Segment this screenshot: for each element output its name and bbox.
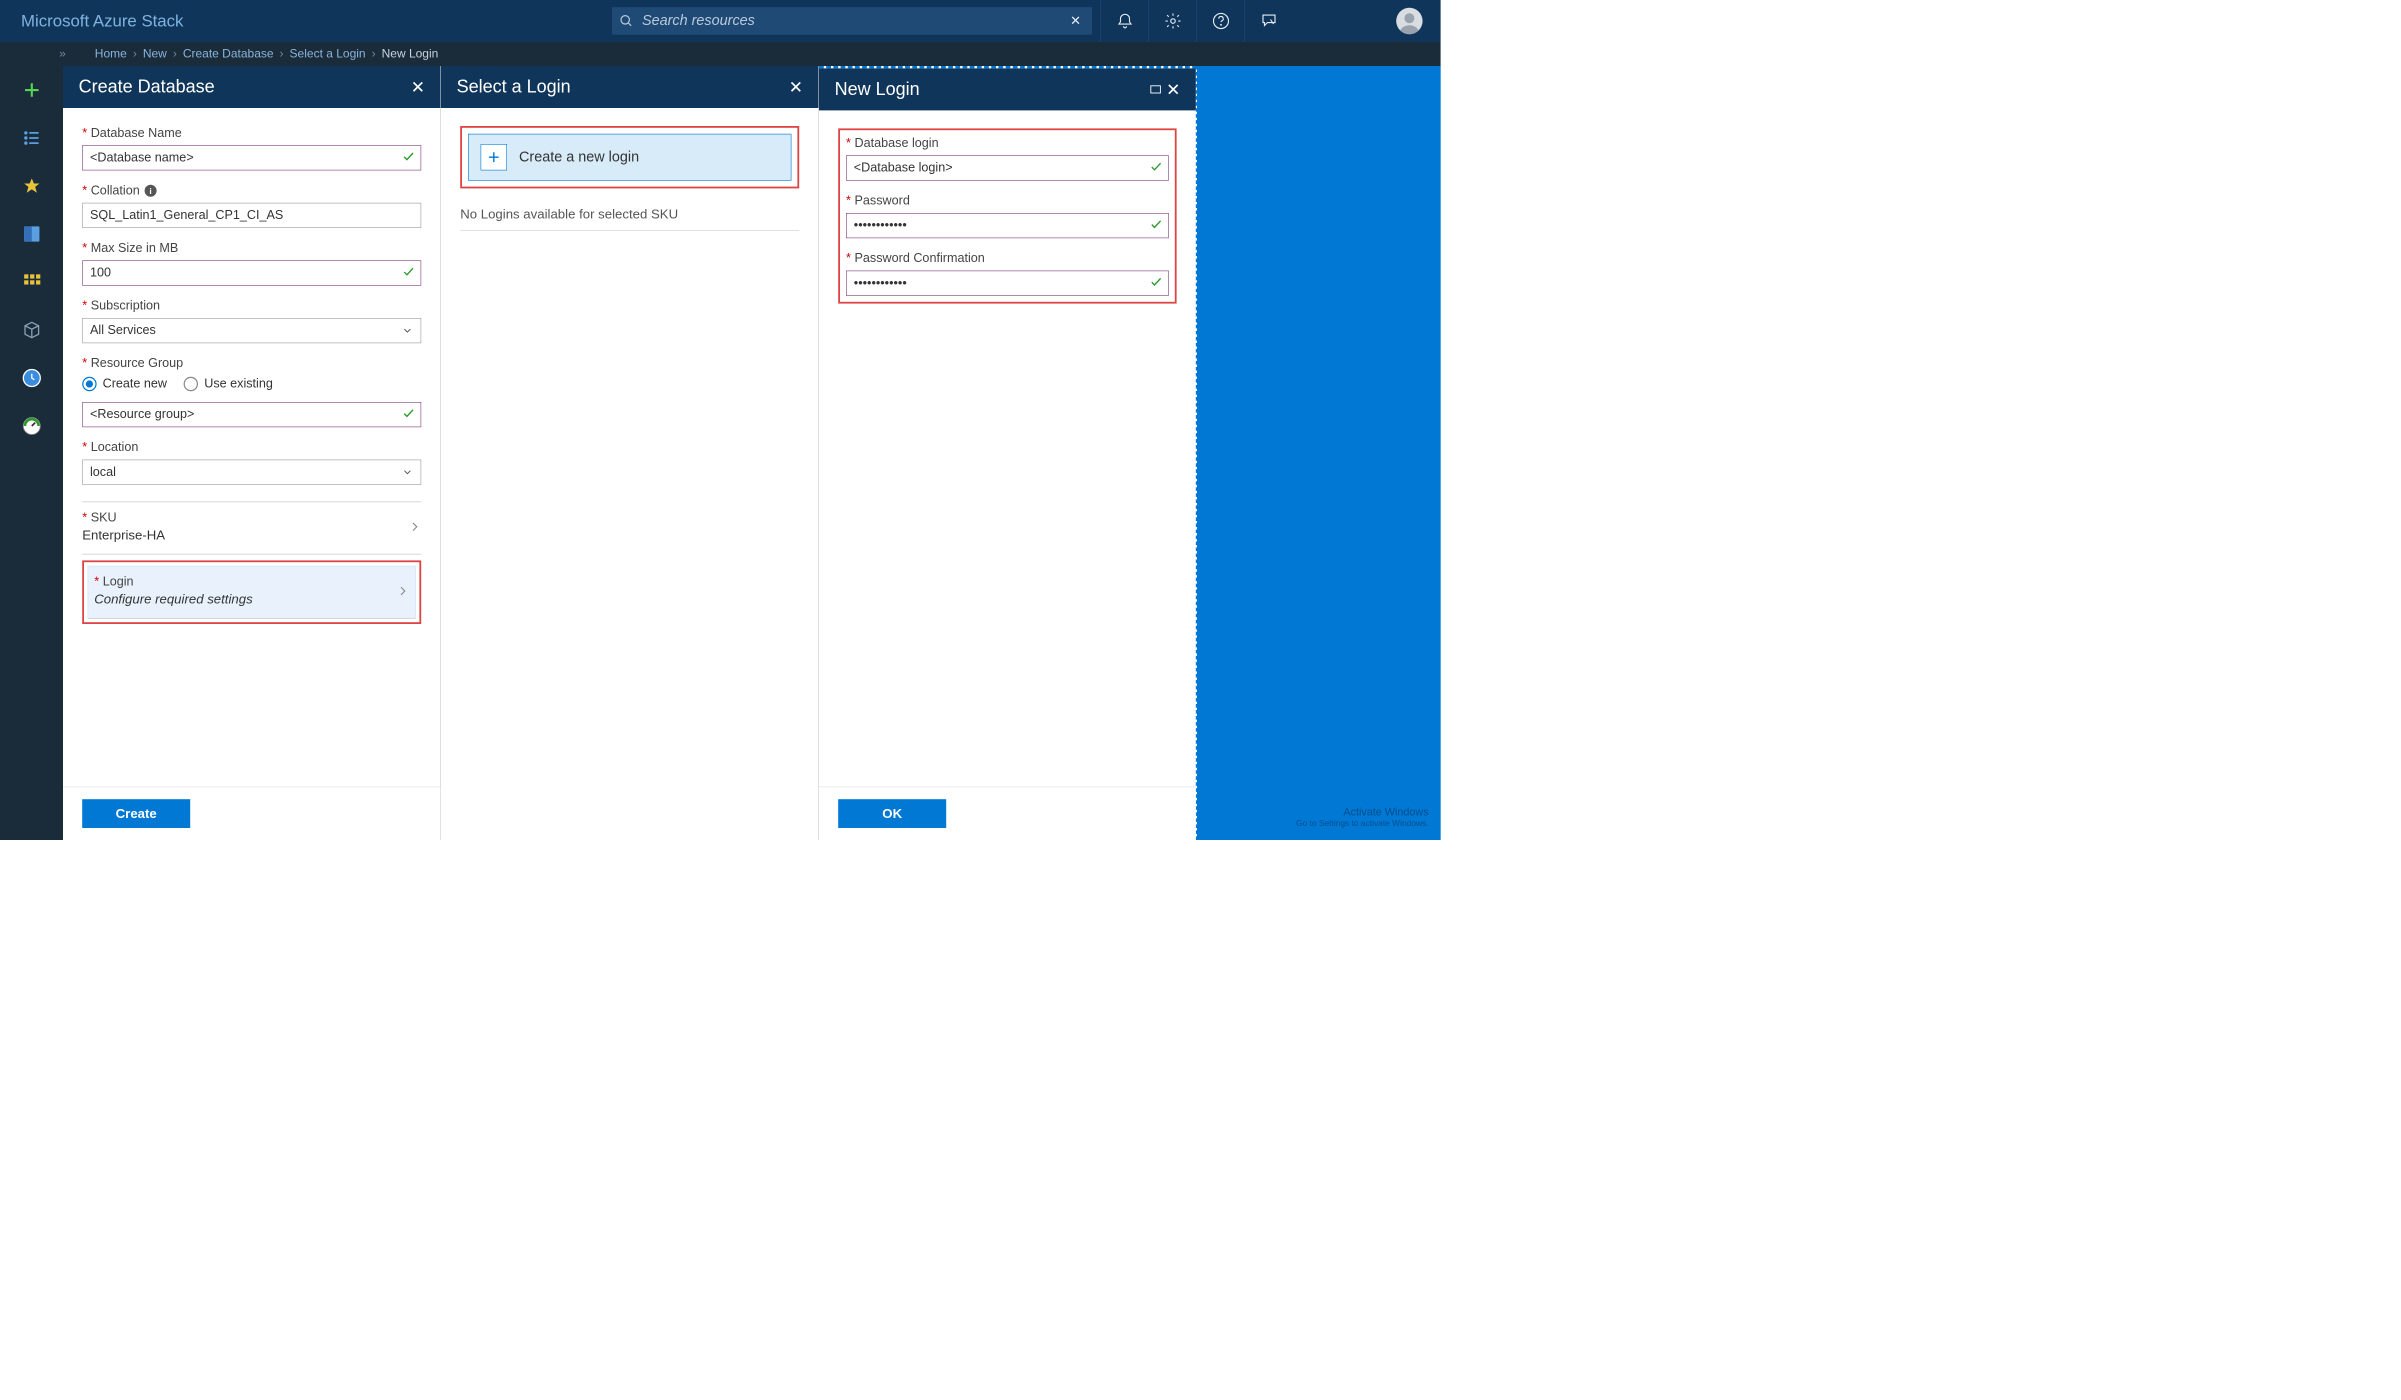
- check-icon: [402, 150, 415, 166]
- rail-new-icon[interactable]: [0, 66, 63, 114]
- no-logins-text: No Logins available for selected SKU: [460, 206, 799, 231]
- crumb-create-database[interactable]: Create Database: [183, 47, 274, 61]
- panel1-title: Create Database: [79, 77, 215, 97]
- panel3-close-icon[interactable]: ✕: [1166, 80, 1180, 100]
- rail-list-icon[interactable]: [0, 114, 63, 162]
- background-area: Activate Windows Go to Settings to activ…: [1197, 66, 1441, 840]
- ok-button[interactable]: OK: [838, 799, 946, 828]
- plus-icon: [481, 144, 507, 170]
- sku-row[interactable]: *SKU Enterprise-HA: [82, 502, 421, 554]
- settings-icon[interactable]: [1148, 0, 1196, 42]
- crumb-new-login: New Login: [382, 47, 439, 61]
- confirm-label: Password Confirmation: [855, 251, 985, 265]
- search-input[interactable]: [642, 13, 1067, 30]
- search-clear-icon[interactable]: ✕: [1067, 13, 1085, 29]
- create-new-login-tile[interactable]: Create a new login: [468, 134, 791, 181]
- chevron-right-icon: [408, 520, 421, 533]
- feedback-icon[interactable]: [1244, 0, 1292, 42]
- create-button[interactable]: Create: [82, 799, 190, 828]
- panel2-close-icon[interactable]: ✕: [789, 77, 803, 97]
- rail-dashboard-icon[interactable]: [0, 210, 63, 258]
- panel-select-login: Select a Login ✕ Create a new login No L…: [441, 66, 819, 840]
- location-label: Location: [91, 440, 139, 454]
- location-select[interactable]: local: [82, 460, 421, 485]
- chevron-right-icon: [396, 584, 409, 597]
- check-icon: [402, 407, 415, 423]
- rg-label: Resource Group: [91, 356, 183, 370]
- crumb-new[interactable]: New: [143, 47, 167, 61]
- subscription-label: Subscription: [91, 299, 160, 313]
- search-icon: [619, 14, 633, 28]
- dbname-input[interactable]: [82, 145, 421, 170]
- rail-gauge-icon[interactable]: [0, 402, 63, 450]
- collation-label: Collation: [91, 184, 140, 198]
- check-icon: [1150, 275, 1163, 291]
- rail-favorites-icon[interactable]: [0, 162, 63, 210]
- db-login-label: Database login: [855, 136, 939, 150]
- rg-use-existing-radio[interactable]: Use existing: [184, 377, 273, 391]
- rg-input[interactable]: [82, 402, 421, 427]
- rail-grid-icon[interactable]: [0, 258, 63, 306]
- maxsize-label: Max Size in MB: [91, 241, 179, 255]
- crumb-home[interactable]: Home: [95, 47, 127, 61]
- dbname-label: Database Name: [91, 126, 182, 140]
- crumb-select-login[interactable]: Select a Login: [290, 47, 366, 61]
- panel3-maximize-icon[interactable]: [1145, 79, 1167, 101]
- panel2-title: Select a Login: [457, 77, 571, 97]
- check-icon: [1150, 160, 1163, 176]
- breadcrumb-expand-icon[interactable]: »: [54, 47, 71, 61]
- rg-create-new-radio[interactable]: Create new: [82, 377, 167, 391]
- info-icon[interactable]: i: [145, 185, 157, 197]
- chevron-down-icon: [401, 325, 413, 337]
- password-input[interactable]: [846, 213, 1169, 238]
- panel-create-database: Create Database ✕ *Database Name *Collat…: [63, 66, 441, 840]
- maxsize-input[interactable]: [82, 260, 421, 285]
- chevron-down-icon: [401, 466, 413, 478]
- subscription-select[interactable]: All Services: [82, 318, 421, 343]
- brand-title: Microsoft Azure Stack: [0, 11, 612, 30]
- rail-cube-icon[interactable]: [0, 306, 63, 354]
- password-label: Password: [855, 194, 910, 208]
- search-box[interactable]: ✕: [612, 7, 1092, 35]
- rail-clock-icon[interactable]: [0, 354, 63, 402]
- watermark: Activate Windows Go to Settings to activ…: [1296, 806, 1429, 828]
- confirm-input[interactable]: [846, 271, 1169, 296]
- top-bar: Microsoft Azure Stack ✕: [0, 0, 1441, 42]
- login-row[interactable]: *Login Configure required settings: [88, 566, 416, 619]
- panel3-title: New Login: [835, 79, 920, 99]
- db-login-input[interactable]: [846, 155, 1169, 180]
- left-rail: [0, 66, 63, 840]
- notifications-icon[interactable]: [1100, 0, 1148, 42]
- help-icon[interactable]: [1196, 0, 1244, 42]
- collation-input[interactable]: [82, 203, 421, 228]
- user-avatar[interactable]: [1396, 8, 1422, 34]
- breadcrumb: » Home› New› Create Database› Select a L…: [0, 42, 1441, 66]
- panel-new-login: New Login ✕ *Database login *Password *P…: [819, 66, 1197, 840]
- panel1-close-icon[interactable]: ✕: [411, 77, 425, 97]
- check-icon: [1150, 218, 1163, 234]
- check-icon: [402, 265, 415, 281]
